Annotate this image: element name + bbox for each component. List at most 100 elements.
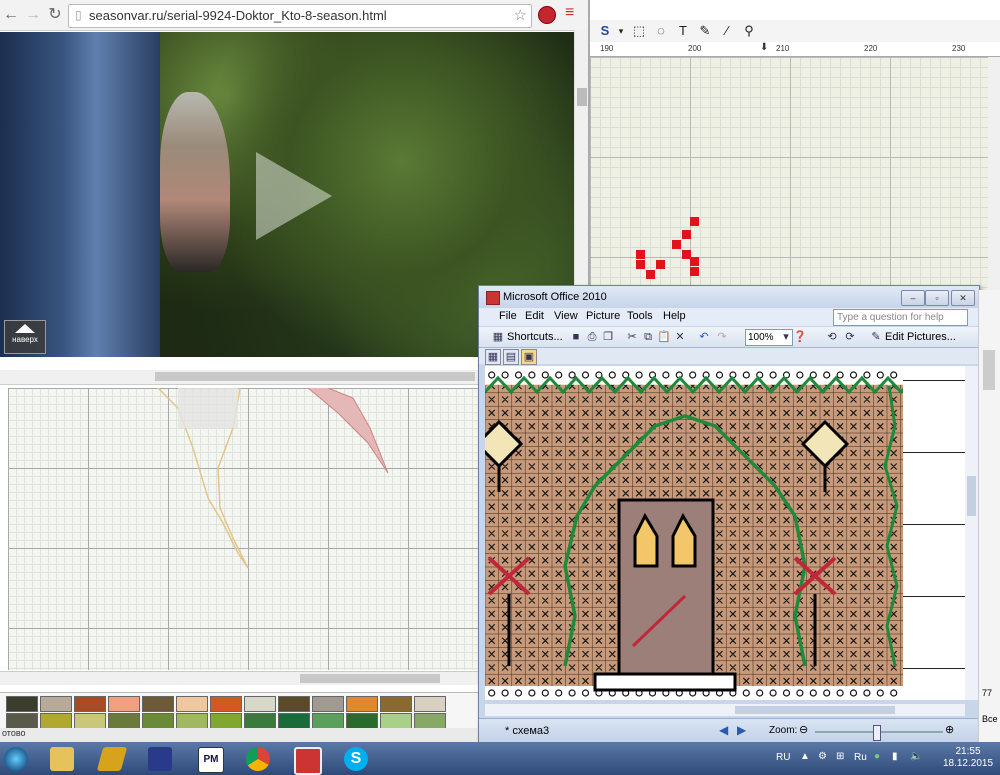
minimize-button[interactable]: –	[901, 290, 925, 306]
color-swatch[interactable]	[142, 713, 174, 729]
picture-preview[interactable]	[485, 366, 903, 700]
chevron-down-icon[interactable]: ▾	[779, 330, 793, 344]
scrollbar-thumb[interactable]	[983, 350, 995, 390]
ruler-marker-icon[interactable]: ⬇	[760, 42, 768, 53]
color-swatch[interactable]	[6, 713, 38, 729]
taskbar-skype[interactable]: S	[334, 744, 378, 773]
paste-icon[interactable]: 📋	[657, 330, 671, 344]
color-swatch[interactable]	[346, 713, 378, 729]
color-swatch[interactable]	[40, 696, 72, 712]
pattern-grid-canvas[interactable]	[590, 57, 988, 290]
menu-help[interactable]: Help	[663, 310, 686, 322]
menu-tools[interactable]: Tools	[627, 310, 653, 322]
color-swatch[interactable]	[414, 713, 446, 729]
redo-icon[interactable]: ↷	[715, 330, 729, 344]
horizontal-scrollbar[interactable]	[0, 671, 478, 685]
menu-file[interactable]: File	[499, 310, 517, 322]
back-arrow-icon[interactable]: ←	[2, 6, 20, 24]
copy-to-icon[interactable]: ❐	[601, 330, 615, 344]
extension-icon[interactable]	[538, 6, 556, 24]
vertical-scrollbar[interactable]	[965, 366, 978, 700]
save-icon[interactable]: ■	[569, 330, 583, 344]
pattern-vertical-scrollbar[interactable]	[988, 57, 1000, 290]
copy-icon[interactable]: ⧉	[641, 330, 655, 344]
color-swatch[interactable]	[346, 696, 378, 712]
color-swatch[interactable]	[176, 696, 208, 712]
help-search-input[interactable]: Type a question for help	[833, 309, 968, 326]
windows-flag-icon[interactable]: ⊞	[836, 751, 844, 762]
zoom-in-icon[interactable]: ⊕	[945, 723, 954, 736]
shortcuts-button[interactable]: Shortcuts...	[507, 329, 563, 345]
color-swatch[interactable]	[108, 696, 140, 712]
color-swatch[interactable]	[108, 713, 140, 729]
zoom-slider-thumb[interactable]	[873, 725, 881, 741]
zoom-icon[interactable]: ⚲	[740, 22, 758, 40]
taskbar-explorer[interactable]	[40, 744, 84, 773]
fill-tool-icon[interactable]: ✎	[696, 22, 714, 40]
taskbar-pattern-maker[interactable]: PM	[188, 744, 232, 773]
edit-pictures-button[interactable]: Edit Pictures...	[885, 329, 956, 345]
taskbar-picture-manager[interactable]	[284, 744, 328, 775]
undo-icon[interactable]: ↶	[697, 330, 711, 344]
close-button[interactable]: ✕	[951, 290, 975, 306]
single-view-icon[interactable]: ▣	[521, 349, 537, 365]
text-tool-icon[interactable]: T	[674, 22, 692, 40]
color-swatch[interactable]	[278, 696, 310, 712]
color-swatch[interactable]	[244, 713, 276, 729]
color-swatch[interactable]	[312, 713, 344, 729]
zoom-slider[interactable]	[815, 725, 943, 741]
next-icon[interactable]: ▶	[737, 723, 746, 737]
scrollbar-thumb[interactable]	[735, 706, 895, 714]
menu-edit[interactable]: Edit	[525, 310, 544, 322]
color-swatch[interactable]	[74, 696, 106, 712]
taskbar-chrome[interactable]	[236, 744, 280, 773]
scroll-to-top-button[interactable]: наверх	[4, 320, 46, 354]
bookmark-star-icon[interactable]: ☆	[514, 6, 527, 24]
tray-expand-icon[interactable]: ▲	[800, 751, 810, 762]
scrollbar-thumb[interactable]	[967, 476, 976, 516]
scrollbar-thumb[interactable]	[155, 372, 475, 381]
color-swatch[interactable]	[244, 696, 276, 712]
eyedropper-icon[interactable]: ⁄	[718, 22, 736, 40]
color-swatch[interactable]	[142, 696, 174, 712]
thumbnail-view-icon[interactable]: ▦	[485, 349, 501, 365]
lasso-icon[interactable]: ◌	[652, 22, 670, 40]
color-swatch[interactable]	[40, 713, 72, 729]
color-swatch[interactable]	[74, 713, 106, 729]
color-swatch[interactable]	[210, 696, 242, 712]
address-bar[interactable]: ▯ seasonvar.ru/serial-9924-Doktor_Kto-8-…	[68, 4, 532, 28]
rotate-left-icon[interactable]: ⟲	[825, 330, 839, 344]
menu-view[interactable]: View	[554, 310, 578, 322]
maximize-button[interactable]: ▫	[925, 290, 949, 306]
taskbar-winamp[interactable]	[90, 744, 134, 773]
network-icon[interactable]: ▮	[892, 751, 898, 762]
horizontal-scrollbar[interactable]	[0, 370, 478, 385]
rect-select-icon[interactable]: ⬚	[630, 22, 648, 40]
pattern-grid-canvas[interactable]	[8, 388, 478, 670]
volume-icon[interactable]: 🔈	[910, 751, 922, 762]
delete-icon[interactable]: ✕	[673, 330, 687, 344]
dropdown-icon[interactable]: ▾	[612, 22, 630, 40]
previous-icon[interactable]: ◀	[719, 723, 728, 737]
horizontal-scrollbar[interactable]	[485, 704, 965, 716]
scrollbar-thumb[interactable]	[300, 674, 440, 683]
color-swatch[interactable]	[210, 713, 242, 729]
forward-arrow-icon[interactable]: →	[24, 6, 42, 24]
scrollbar-thumb[interactable]	[577, 88, 587, 106]
cut-icon[interactable]: ✂	[625, 330, 639, 344]
zoom-out-icon[interactable]: ⊖	[799, 723, 808, 736]
play-icon[interactable]	[256, 152, 332, 240]
tray-app-icon[interactable]: ⚙	[818, 751, 827, 762]
menu-icon[interactable]: ≡	[565, 4, 574, 22]
tray-green-icon[interactable]: ●	[874, 751, 880, 762]
start-button[interactable]	[0, 744, 44, 773]
color-swatch[interactable]	[414, 696, 446, 712]
rotate-right-icon[interactable]: ⟳	[843, 330, 857, 344]
keyboard-layout[interactable]: Ru	[854, 752, 867, 763]
menu-picture[interactable]: Picture	[586, 310, 620, 322]
reload-icon[interactable]: ↻	[46, 6, 64, 24]
language-indicator[interactable]: RU	[776, 752, 790, 763]
filmstrip-view-icon[interactable]: ▤	[503, 349, 519, 365]
color-swatch[interactable]	[312, 696, 344, 712]
print-icon[interactable]: ⎙	[585, 330, 599, 344]
